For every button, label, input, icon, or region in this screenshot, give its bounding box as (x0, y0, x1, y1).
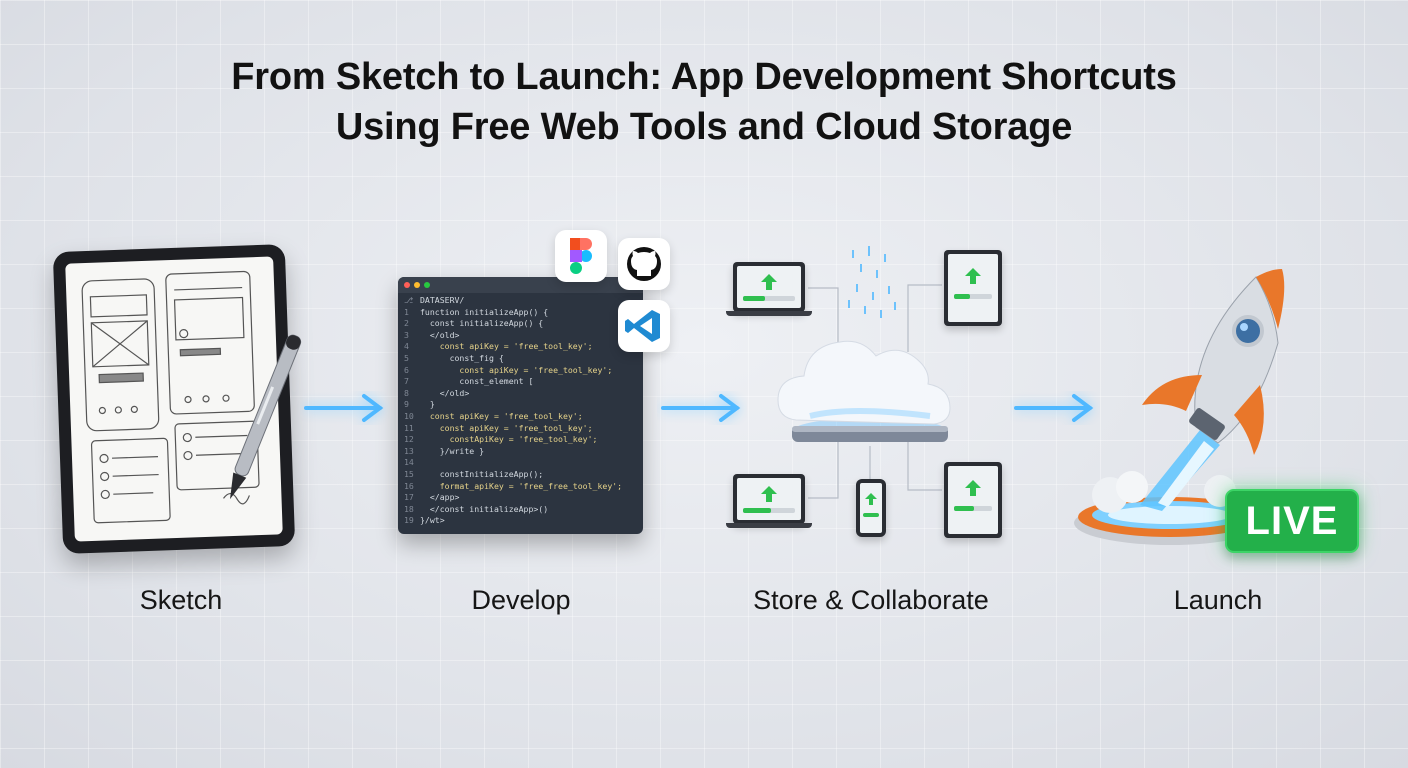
title-line-1: From Sketch to Launch: App Development S… (231, 56, 1177, 98)
laptop-base (726, 523, 812, 528)
code-line: 13 }/write } (404, 446, 637, 458)
code-text: }/write } (420, 445, 485, 456)
code-text: </const initializeApp>() (420, 503, 549, 514)
github-icon (618, 238, 670, 290)
close-dot-icon (404, 282, 410, 288)
line-number: 2 (404, 318, 409, 329)
line-number: 13 (404, 445, 414, 456)
code-text: const apiKey = 'free_tool_key'; (420, 422, 593, 433)
line-number: 17 (404, 492, 414, 503)
line-number: 8 (404, 387, 409, 398)
code-body: ⎇ DATASERV/ 1 function initializeApp() {2 … (404, 295, 637, 527)
line-number: 11 (404, 422, 414, 433)
code-text: </old> (420, 387, 470, 398)
code-line: 19 }/wt> (404, 515, 637, 527)
live-badge: LIVE (1225, 489, 1359, 553)
code-line: 2 const initializeApp() { (404, 318, 637, 330)
line-number: 7 (404, 376, 409, 387)
code-line: 18 </const initializeApp>() (404, 504, 637, 516)
stage-label-store-collaborate: Store & Collaborate (753, 585, 989, 615)
phone-bottom (856, 479, 886, 537)
tablet-bottom-right (944, 462, 1002, 538)
code-line: 4 const apiKey = 'free_tool_key'; (404, 341, 637, 353)
code-line: 16 format_apiKey = 'free_free_tool_key'; (404, 481, 637, 493)
code-line: 11 const apiKey = 'free_tool_key'; (404, 423, 637, 435)
line-number: 9 (404, 399, 409, 410)
line-number: 14 (404, 457, 414, 468)
stage-label-develop: Develop (471, 585, 571, 615)
minimize-dot-icon (414, 282, 420, 288)
code-text: const initializeApp() { (420, 318, 544, 329)
figma-icon (555, 230, 607, 282)
cloud-icon (777, 340, 951, 442)
title-line-2: Using Free Web Tools and Cloud Storage (335, 106, 1073, 148)
code-line: 10 const apiKey = 'free_tool_key'; (404, 411, 637, 423)
maximize-dot-icon (424, 282, 430, 288)
vscode-icon (618, 300, 670, 352)
code-line: 3 </old> (404, 330, 637, 342)
line-number: 19 (404, 515, 414, 526)
code-editor: ⎇ DATASERV/ 1 function initializeApp() {2 … (398, 277, 643, 534)
line-number: 4 (404, 341, 409, 352)
line-number: 5 (404, 352, 409, 363)
line-number: 1 (404, 306, 409, 317)
stage-label-sketch: Sketch (139, 585, 223, 615)
code-line: 17 </app> (404, 492, 637, 504)
laptop-base (726, 311, 812, 316)
code-text: constApiKey = 'free_tool_key'; (420, 434, 598, 445)
code-text: const_element [ (420, 376, 534, 387)
code-text: }/wt> (420, 515, 445, 526)
code-text: function initializeApp() { (420, 306, 549, 317)
code-text: const apiKey = 'free_tool_key'; (420, 364, 613, 375)
rocket-icon (1142, 269, 1285, 455)
code-line: 1 function initializeApp() { (404, 307, 637, 319)
line-number: 16 (404, 480, 414, 491)
laptop-bottom-left (733, 474, 805, 524)
code-text: const_fig { (420, 352, 504, 363)
code-text: format_apiKey = 'free_free_tool_key'; (420, 480, 623, 491)
tablet-top-right (944, 250, 1002, 326)
stage-label-launch: Launch (1173, 585, 1263, 615)
code-text: constInitializeApp(); (420, 468, 544, 479)
code-line: 7 const_element [ (404, 376, 637, 388)
line-number: 6 (404, 364, 409, 375)
code-text: </old> (420, 329, 460, 340)
code-line: 9 } (404, 399, 637, 411)
line-number: 18 (404, 503, 414, 514)
arrow-sketch-to-develop (304, 394, 384, 422)
editor-header: ⎇ DATASERV/ (404, 295, 465, 305)
code-line: 15 constInitializeApp(); (404, 469, 637, 481)
code-text: const apiKey = 'free_tool_key'; (420, 410, 583, 421)
code-line: 12 constApiKey = 'free_tool_key'; (404, 434, 637, 446)
code-line: 14 (404, 457, 637, 469)
page-title: From Sketch to Launch: App Development S… (0, 52, 1408, 152)
line-number: 10 (404, 410, 414, 421)
line-number: 12 (404, 434, 414, 445)
stylus-icon (230, 334, 302, 500)
code-line: 5 const_fig { (404, 353, 637, 365)
line-number: 3 (404, 329, 409, 340)
code-text: </app> (420, 492, 460, 503)
code-line: 8 </old> (404, 388, 637, 400)
code-text: const apiKey = 'free_tool_key'; (420, 341, 593, 352)
line-number: 15 (404, 468, 414, 479)
code-line: 6 const apiKey = 'free_tool_key'; (404, 365, 637, 377)
laptop-top-left (733, 262, 805, 312)
code-text: } (420, 399, 435, 410)
